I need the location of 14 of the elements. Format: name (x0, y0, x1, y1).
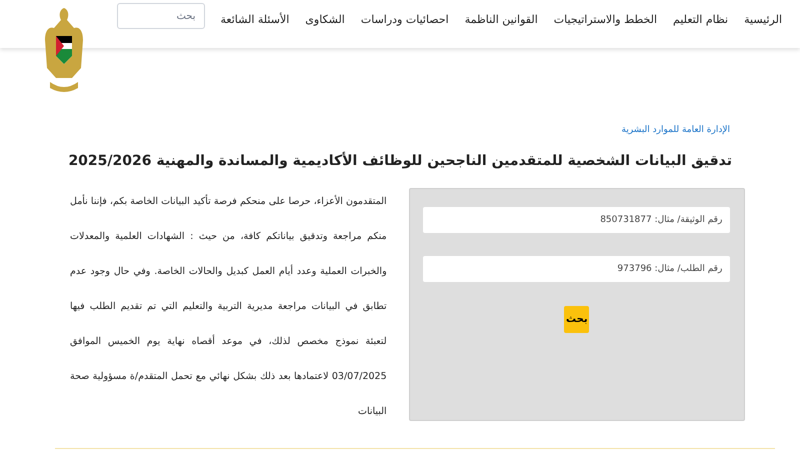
nav-link[interactable]: نظام التعليم (673, 12, 728, 28)
nav-link[interactable]: القوانين الناظمة (464, 12, 538, 28)
search-button[interactable]: بحث (564, 306, 590, 332)
input-field[interactable]: رقم الوثيقة/ مثال: 850731877 (423, 206, 730, 232)
page-title: تدقيق البيانات الشخصية للمتقدمين الناجحين للوظائف الأكاديمية والمساندة والمهنية 2025/2026 (70, 150, 732, 170)
nav-link[interactable]: الخطط والاستراتيجيات (554, 12, 658, 28)
notice-paragraph: المتقدمون الأعزاء، حرصا على منحكم فرصة تأكيد البيانات الخاصة بكم، فإننا نأمل منكم مراجعة وتدقيق بياناتكم كافة، من حيث : الشهادات العلمية والمعدلات والخبرات العملية وعدد أيام العمل كبديل والحالات الخاصة. وفي حال وجود عدم تطابق في البيانات مراجعة مديرية التربية والتعليم التي تم تقديم الطلب فيها لتعبئة نموذج مخصص لذلك، في موعد أقصاه نهاية يوم الخميس الموافق 03/07/2025 لاعتمادها بعد ذلك بشكل نهائي مع تحمل المتقدم/ة مسؤولية صحة البيانات (70, 193, 387, 418)
nav-link[interactable]: الرئيسية (744, 12, 782, 28)
nav-link[interactable]: الشكاوى (305, 12, 345, 28)
nav-link[interactable]: الأسئلة الشائعة (220, 12, 290, 28)
breadcrumb-link[interactable]: الإدارة العامة للموارد البشرية (70, 124, 730, 138)
nav-link[interactable]: احصائيات ودراسات (360, 12, 449, 28)
input-field[interactable]: رقم الطلب/ مثال: 973796 (423, 256, 730, 282)
search-field[interactable]: بحث (116, 3, 205, 29)
